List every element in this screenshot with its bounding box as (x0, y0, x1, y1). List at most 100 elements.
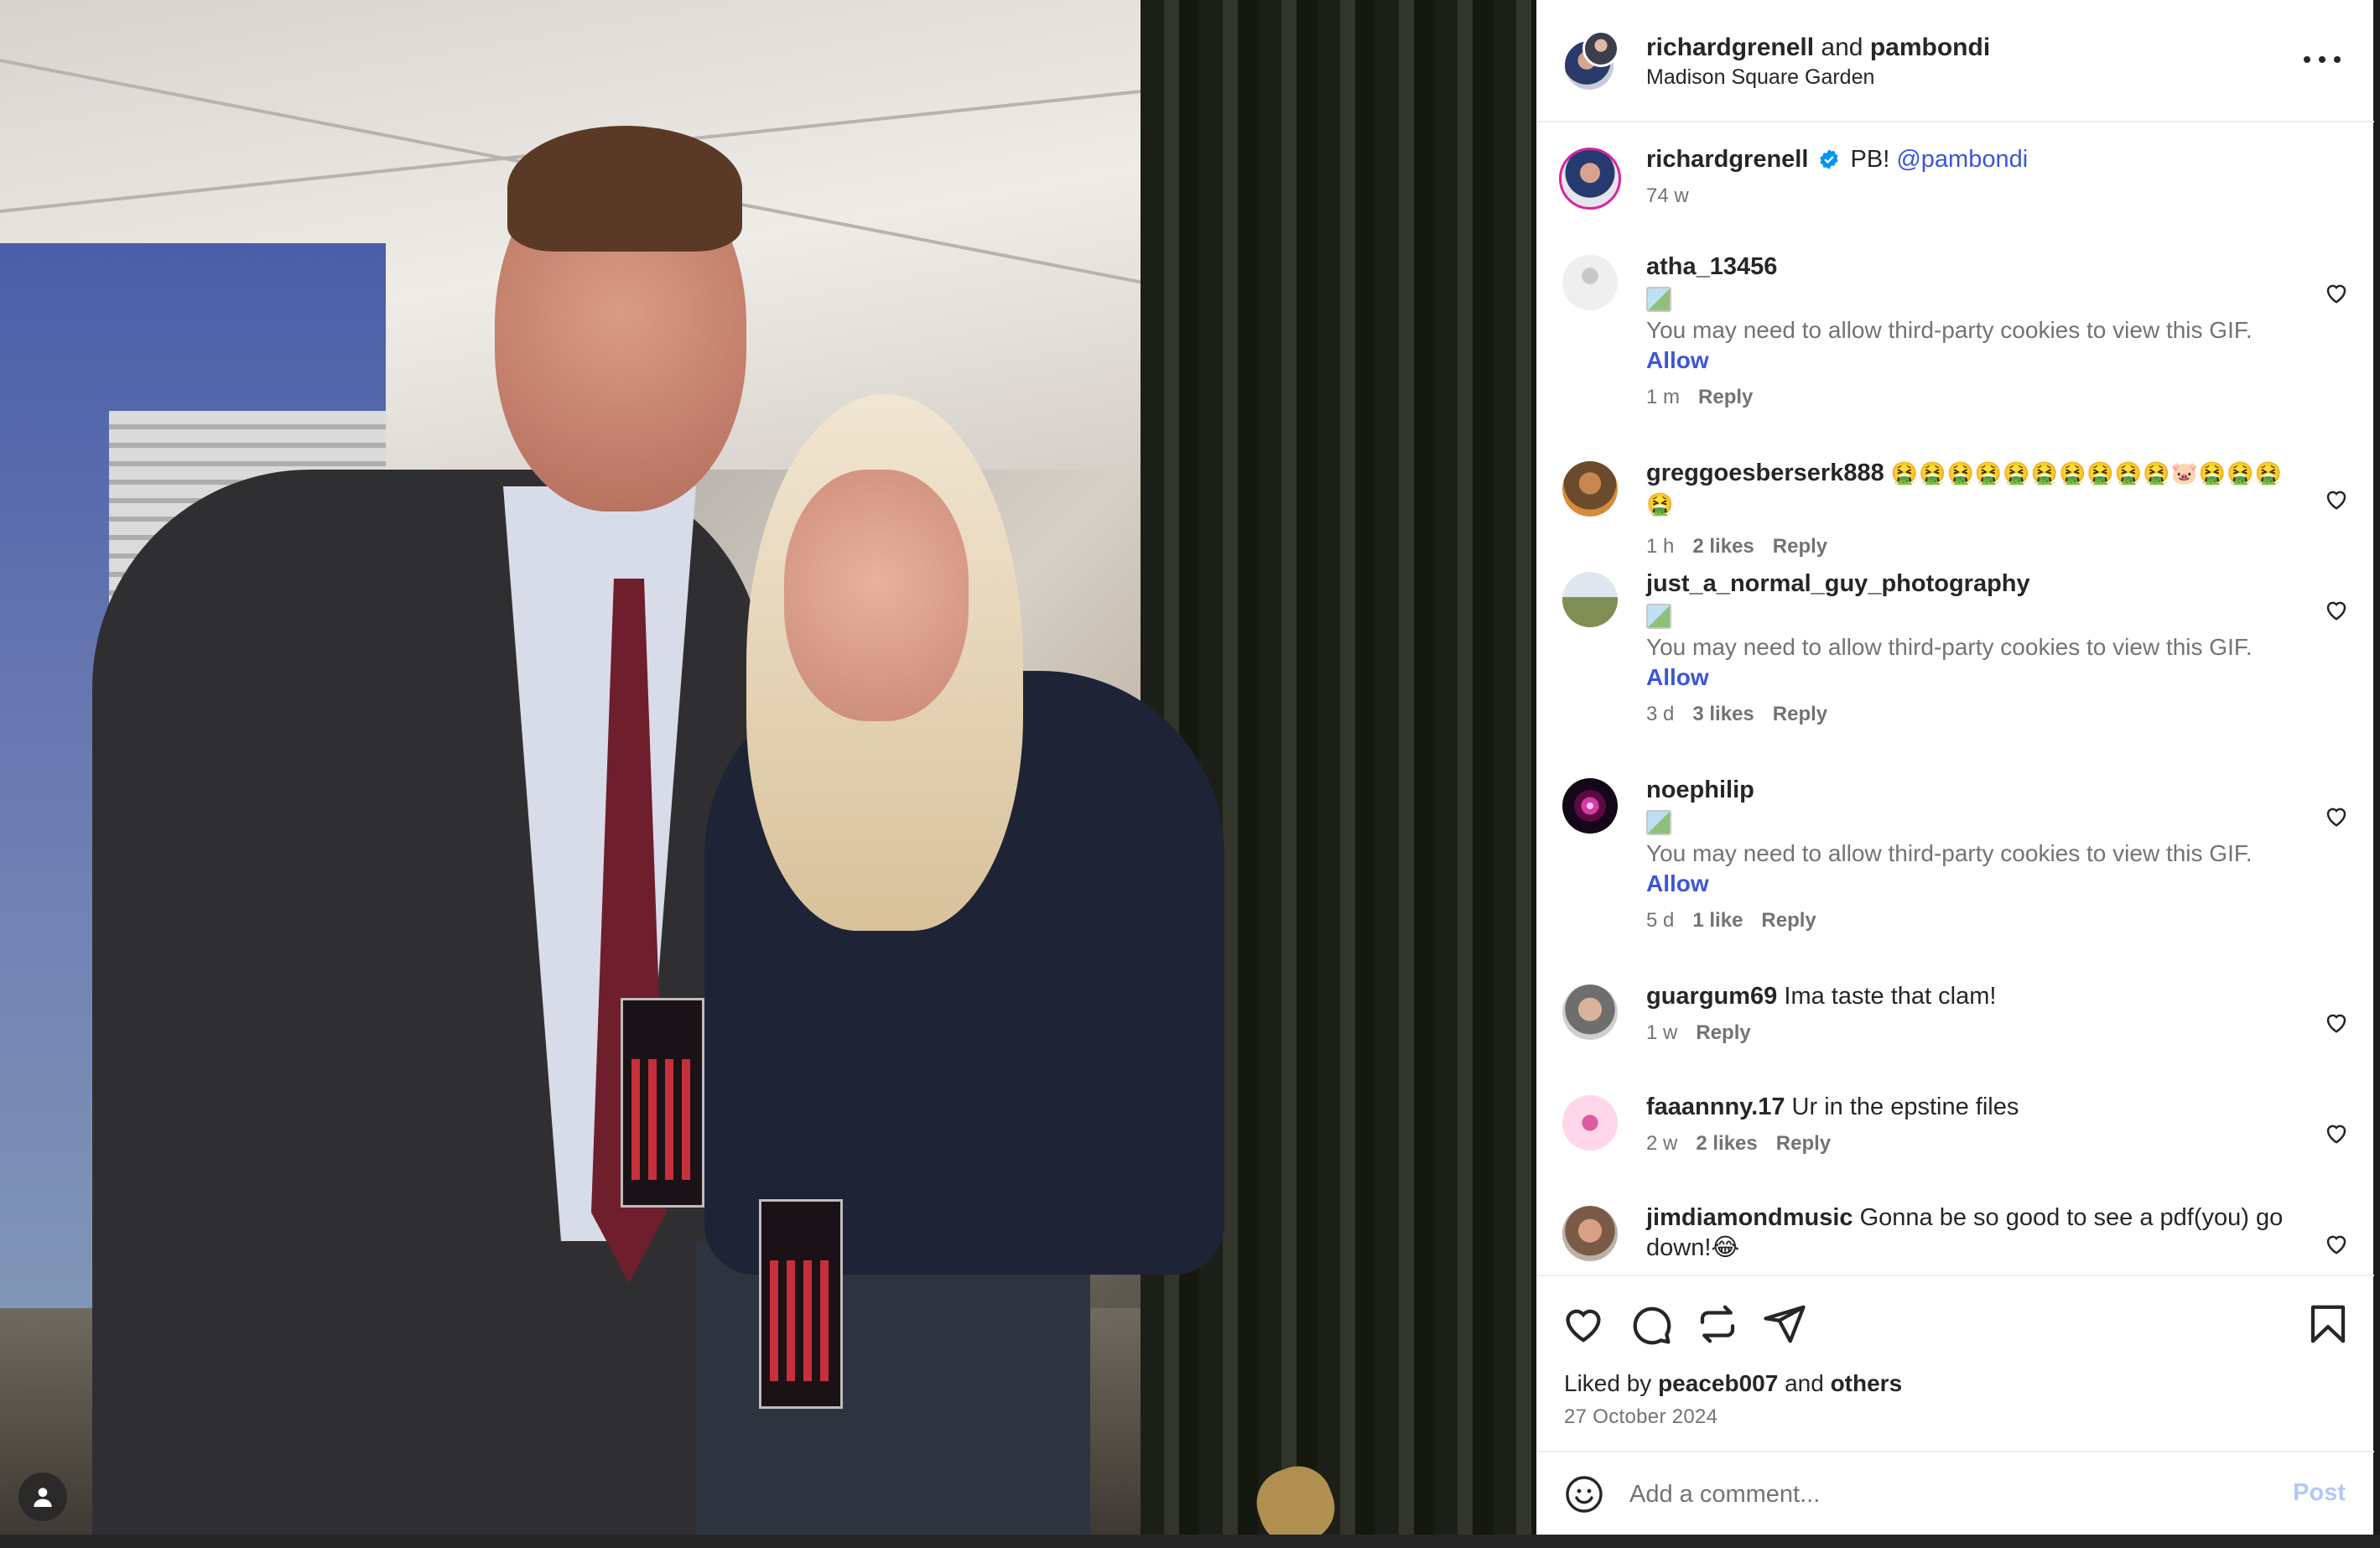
gif-cookie-message: You may need to allow third-party cookie… (1646, 634, 2253, 660)
heart-icon[interactable] (2324, 597, 2349, 622)
avatar[interactable] (1562, 984, 1618, 1040)
broken-image-icon (1646, 287, 1671, 312)
likes-joiner: and (1785, 1370, 1824, 1396)
more-horizontal-icon (2304, 56, 2310, 63)
heart-icon[interactable] (2324, 803, 2349, 829)
reply-button[interactable]: Reply (1776, 1129, 1831, 1159)
post-comment-button[interactable]: Post (2293, 1479, 2346, 1507)
reply-button[interactable]: Reply (1773, 532, 1827, 562)
comment-icon[interactable] (1628, 1301, 1673, 1347)
comment-username[interactable]: just_a_normal_guy_photography (1646, 570, 2030, 597)
avatar[interactable] (1562, 255, 1618, 310)
comment-username[interactable]: jimdiamondmusic (1646, 1204, 1853, 1231)
caption-mention[interactable]: @pambondi (1896, 146, 2028, 173)
broken-image-icon (1646, 604, 1671, 629)
gif-cookie-message: You may need to allow third-party cookie… (1646, 317, 2253, 343)
post-sidebar: richardgrenell and pambondi Madison Squa… (1536, 0, 2374, 1535)
post-location[interactable]: Madison Square Garden (1646, 65, 1874, 90)
post-date[interactable]: 27 October 2024 (1564, 1405, 1717, 1429)
author-joiner: and (1821, 34, 1863, 61)
avatar[interactable] (1562, 572, 1618, 627)
avatar (1582, 30, 1619, 67)
comment-body: noephilip You may need to allow third-pa… (1646, 775, 2294, 936)
more-options-button[interactable] (2304, 47, 2341, 72)
caption-text: PB! (1850, 146, 1890, 173)
gif-cookie-message: You may need to allow third-party cookie… (1646, 840, 2253, 866)
bookmark-icon[interactable] (2305, 1301, 2351, 1347)
comment-likes[interactable]: 3 likes (1692, 699, 1754, 730)
post-actions: Liked by peaceb007 and others 27 October… (1537, 1275, 2374, 1451)
avatar[interactable] (1562, 461, 1618, 517)
more-dot (2334, 56, 2341, 63)
broken-image-icon (1646, 810, 1671, 835)
more-dot (2319, 56, 2325, 63)
emoji-icon[interactable] (1564, 1474, 1604, 1514)
comment-time: 74 w (1646, 184, 1689, 207)
send-icon[interactable] (1762, 1301, 1807, 1347)
comment-body: atha_13456 You may need to allow third-p… (1646, 252, 2294, 413)
allow-cookies-link[interactable]: Allow (1646, 869, 1709, 899)
avatar[interactable] (1562, 778, 1618, 834)
photo-lanyard-badge (759, 1199, 843, 1409)
comment-username[interactable]: greggoesberserk888 (1646, 460, 1884, 486)
comment-username[interactable]: guargum69 (1646, 983, 1777, 1010)
photo-person-pants (696, 1241, 1090, 1535)
comment-time: 3 d (1646, 703, 1675, 725)
avatar[interactable] (1559, 148, 1621, 210)
window-bottom-edge (0, 1535, 2380, 1548)
comment-likes[interactable]: 1 like (1692, 906, 1743, 936)
likes-summary[interactable]: Liked by peaceb007 and others (1564, 1370, 1902, 1397)
reply-button[interactable]: Reply (1761, 906, 1816, 936)
post-header: richardgrenell and pambondi Madison Squa… (1537, 0, 2374, 122)
author-link[interactable]: pambondi (1870, 34, 1990, 61)
comment-likes[interactable]: 2 likes (1696, 1129, 1757, 1159)
avatar[interactable] (1562, 1206, 1618, 1261)
comment-username[interactable]: noephilip (1646, 777, 1754, 803)
comment-text: Ima taste that clam! (1784, 983, 1997, 1010)
photo-person-hair (507, 126, 742, 252)
photo-lanyard-badge (621, 998, 704, 1208)
photo-person-face (784, 470, 969, 721)
allow-cookies-link[interactable]: Allow (1646, 662, 1709, 693)
comment-body: guargum69 Ima taste that clam! 1 w Reply (1646, 981, 2294, 1048)
post-authors: richardgrenell and pambondi (1646, 32, 1990, 64)
likes-prefix: Liked by (1564, 1370, 1652, 1396)
user-tag-button[interactable] (18, 1473, 67, 1521)
repost-icon[interactable] (1695, 1301, 1740, 1347)
comment-text: Ur in the epstine files (1791, 1093, 2019, 1120)
comment-body: just_a_normal_guy_photography You may ne… (1646, 569, 2294, 730)
avatar[interactable] (1562, 1095, 1618, 1151)
reply-button[interactable]: Reply (1773, 699, 1827, 730)
comment-body: jimdiamondmusic Gonna be so good to see … (1646, 1203, 2294, 1263)
comment-username[interactable]: faaannny.17 (1646, 1093, 1785, 1120)
verified-badge-icon (1820, 149, 1839, 169)
comment-username[interactable]: richardgrenell (1646, 146, 1808, 173)
comment-likes[interactable]: 2 likes (1692, 532, 1754, 562)
comment-body: greggoesberserk888 🤮🤮🤮🤮🤮🤮🤮🤮🤮🤮🐷🤮🤮🤮🤮 1 h 2… (1646, 458, 2294, 562)
comment-username[interactable]: atha_13456 (1646, 253, 1777, 280)
caption: richardgrenell PB! @pambondi 74 w (1537, 144, 2374, 228)
heart-icon[interactable] (2324, 1120, 2349, 1145)
allow-cookies-link[interactable]: Allow (1646, 345, 1709, 376)
comment-time: 2 w (1646, 1132, 1678, 1155)
comment-time: 5 d (1646, 909, 1675, 932)
likes-others-link[interactable]: others (1831, 1370, 1903, 1396)
comment-time: 1 w (1646, 1021, 1678, 1044)
post-photo[interactable] (0, 0, 1536, 1535)
heart-icon[interactable] (1561, 1301, 1606, 1347)
user-tag-icon (34, 1488, 52, 1507)
comment-input[interactable] (1629, 1471, 2216, 1518)
heart-icon[interactable] (2324, 1010, 2349, 1035)
collab-avatars[interactable] (1562, 30, 1624, 92)
comments-list[interactable]: richardgrenell PB! @pambondi 74 w atha_1… (1537, 124, 2374, 1275)
comment-body: faaannny.17 Ur in the epstine files 2 w … (1646, 1092, 2294, 1159)
reply-button[interactable]: Reply (1698, 382, 1753, 413)
heart-icon[interactable] (2324, 486, 2349, 512)
add-comment-bar: Post (1537, 1451, 2374, 1535)
liker-username[interactable]: peaceb007 (1658, 1370, 1778, 1396)
heart-icon[interactable] (2324, 280, 2349, 305)
reply-button[interactable]: Reply (1696, 1018, 1750, 1048)
heart-icon[interactable] (2324, 1231, 2349, 1256)
author-link[interactable]: richardgrenell (1646, 34, 1814, 61)
caption-body: richardgrenell PB! @pambondi 74 w (1646, 144, 2294, 211)
